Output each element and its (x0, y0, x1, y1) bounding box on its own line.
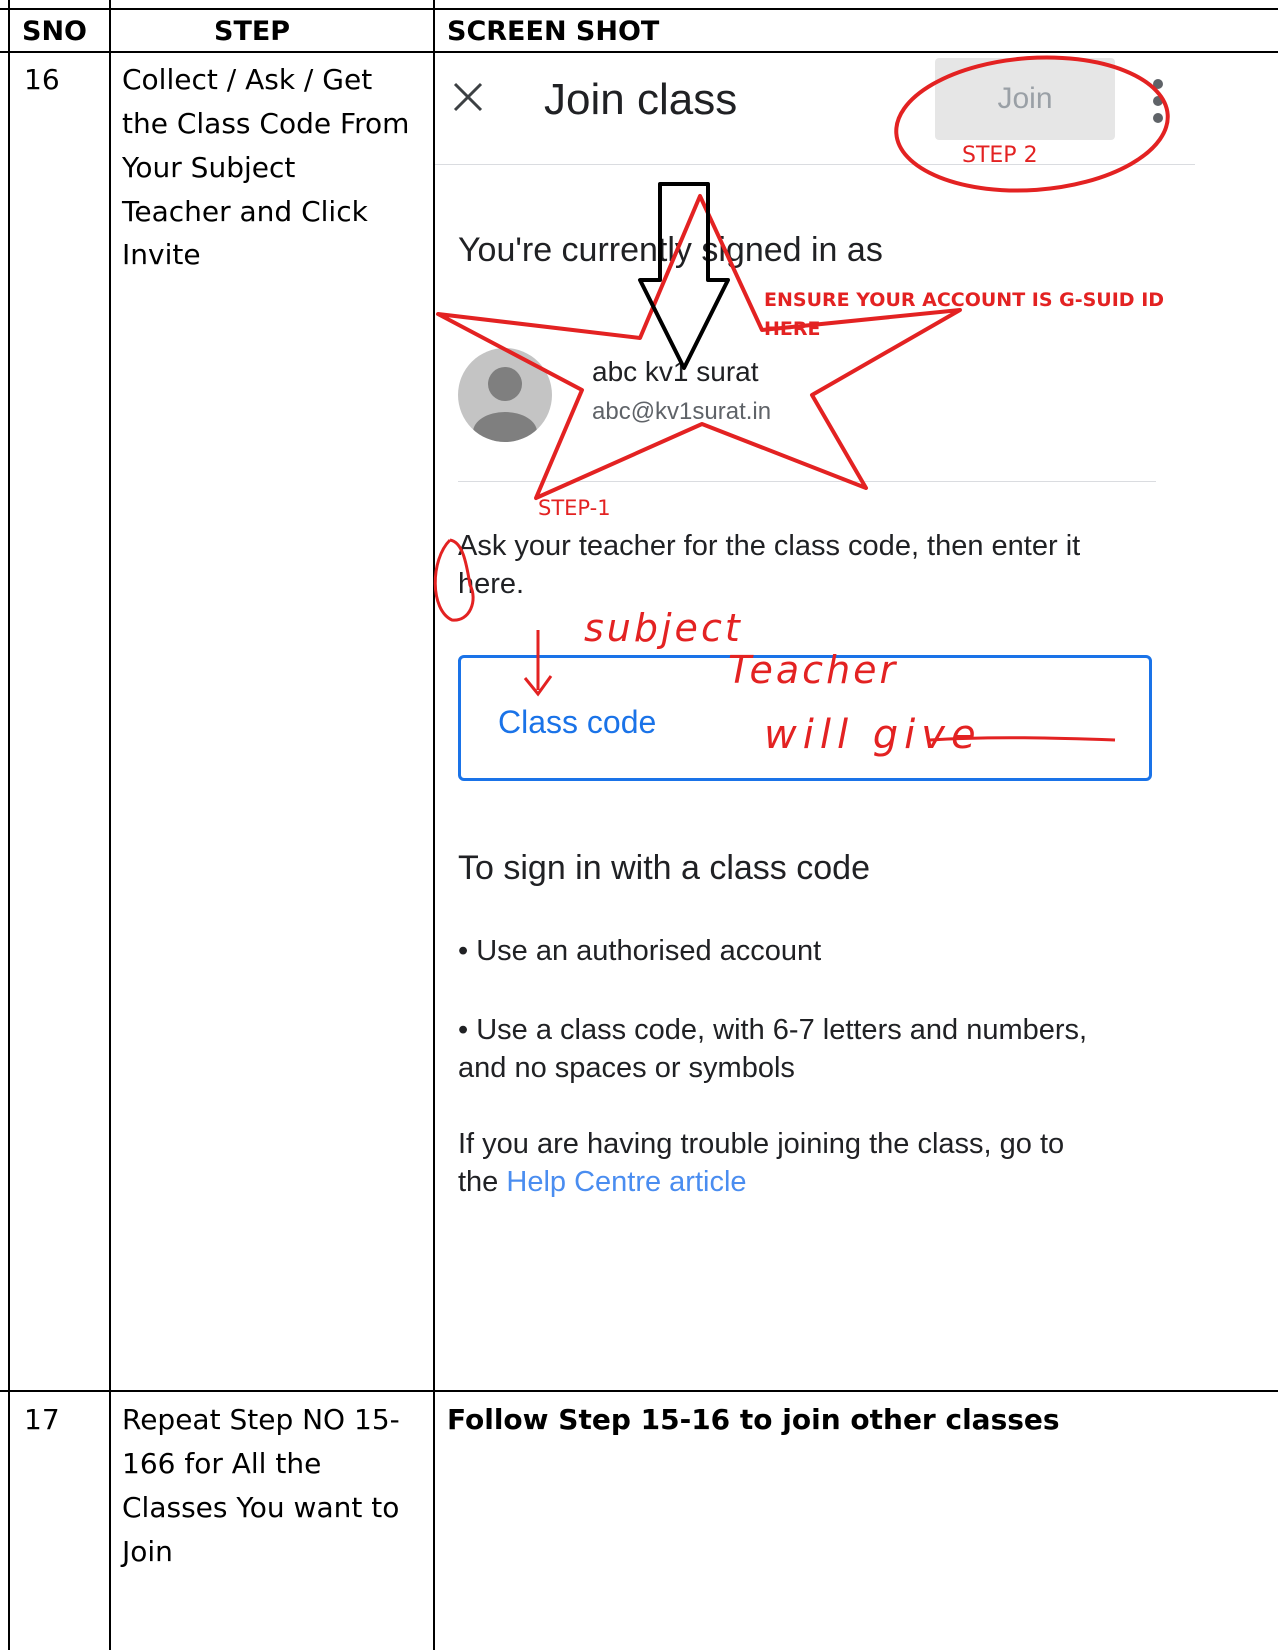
row16-step-line2: the Class Code From (122, 107, 410, 140)
trouble-line2-text: the (458, 1166, 507, 1198)
sign-in-heading: To sign in with a class code (458, 849, 870, 887)
row16-step-line1: Collect / Ask / Get (122, 63, 373, 96)
more-vert-icon (1153, 79, 1163, 123)
trouble-line2: the Help Centre article (458, 1163, 747, 1201)
help-centre-link[interactable]: Help Centre article (506, 1166, 746, 1198)
row17-step-line3: Classes You want to (122, 1491, 400, 1524)
step2-label: STEP 2 (962, 143, 1038, 168)
row16-sno: 16 (24, 63, 60, 96)
join-button[interactable]: Join (935, 58, 1115, 140)
down-arrow-icon (638, 182, 730, 370)
header-step: STEP (214, 16, 291, 47)
screen-title: Join class (544, 75, 738, 124)
bullet-authorised: • Use an authorised account (458, 935, 822, 967)
instruction-line1: Ask your teacher for the class code, the… (458, 530, 1081, 562)
row16-step-line3: Your Subject (122, 151, 296, 184)
handwriting-teacher: Teacher (728, 648, 899, 692)
appbar-divider (435, 164, 1195, 165)
row17-step-line1: Repeat Step NO 15- (122, 1403, 400, 1436)
account-name: abc kv1 surat (592, 356, 759, 387)
row17-sno: 17 (24, 1403, 60, 1436)
handwriting-subject: subject (584, 606, 743, 650)
close-icon[interactable] (449, 76, 493, 120)
table-top-border (0, 8, 1278, 10)
signed-in-heading: You're currently signed in as (458, 231, 883, 269)
more-options-icon[interactable] (1150, 78, 1166, 124)
bullet-class-code-line1: • Use a class code, with 6-7 letters and… (458, 1014, 1088, 1046)
left-border (8, 0, 10, 1650)
avatar (458, 348, 552, 442)
row16-step-line5: Invite (122, 238, 201, 271)
step1-label: STEP-1 (538, 496, 611, 520)
close-icon-glyph (453, 82, 483, 112)
header-bottom-border (0, 51, 1278, 53)
col-divider-1 (109, 0, 111, 1650)
handwriting-will-give: will give (764, 712, 982, 758)
ensure-label-line1: ENSURE YOUR ACCOUNT IS G-SUID ID (764, 289, 1165, 311)
header-screenshot: SCREEN SHOT (447, 16, 660, 47)
bullet-class-code-line2: and no spaces or symbols (458, 1052, 795, 1084)
trouble-line1: If you are having trouble joining the cl… (458, 1128, 1065, 1160)
row16-bottom-border (0, 1390, 1278, 1392)
row17-screenshot-text: Follow Step 15-16 to join other classes (447, 1403, 1060, 1436)
row17-step-line4: Join (122, 1535, 173, 1568)
row16-step-line4: Teacher and Click (122, 195, 368, 228)
account-email: abc@kv1surat.in (592, 398, 772, 425)
account-divider (458, 481, 1156, 482)
ensure-label-line2: HERE (764, 318, 821, 340)
class-code-label: Class code (498, 704, 657, 740)
row17-step-line2: 166 for All the (122, 1447, 322, 1480)
document-page: SNO STEP SCREEN SHOT 16 Collect / Ask / … (0, 0, 1278, 1650)
instruction-line2: here. (458, 568, 525, 600)
col-divider-2 (433, 0, 435, 1650)
person-icon (473, 367, 537, 442)
header-sno: SNO (22, 16, 87, 47)
